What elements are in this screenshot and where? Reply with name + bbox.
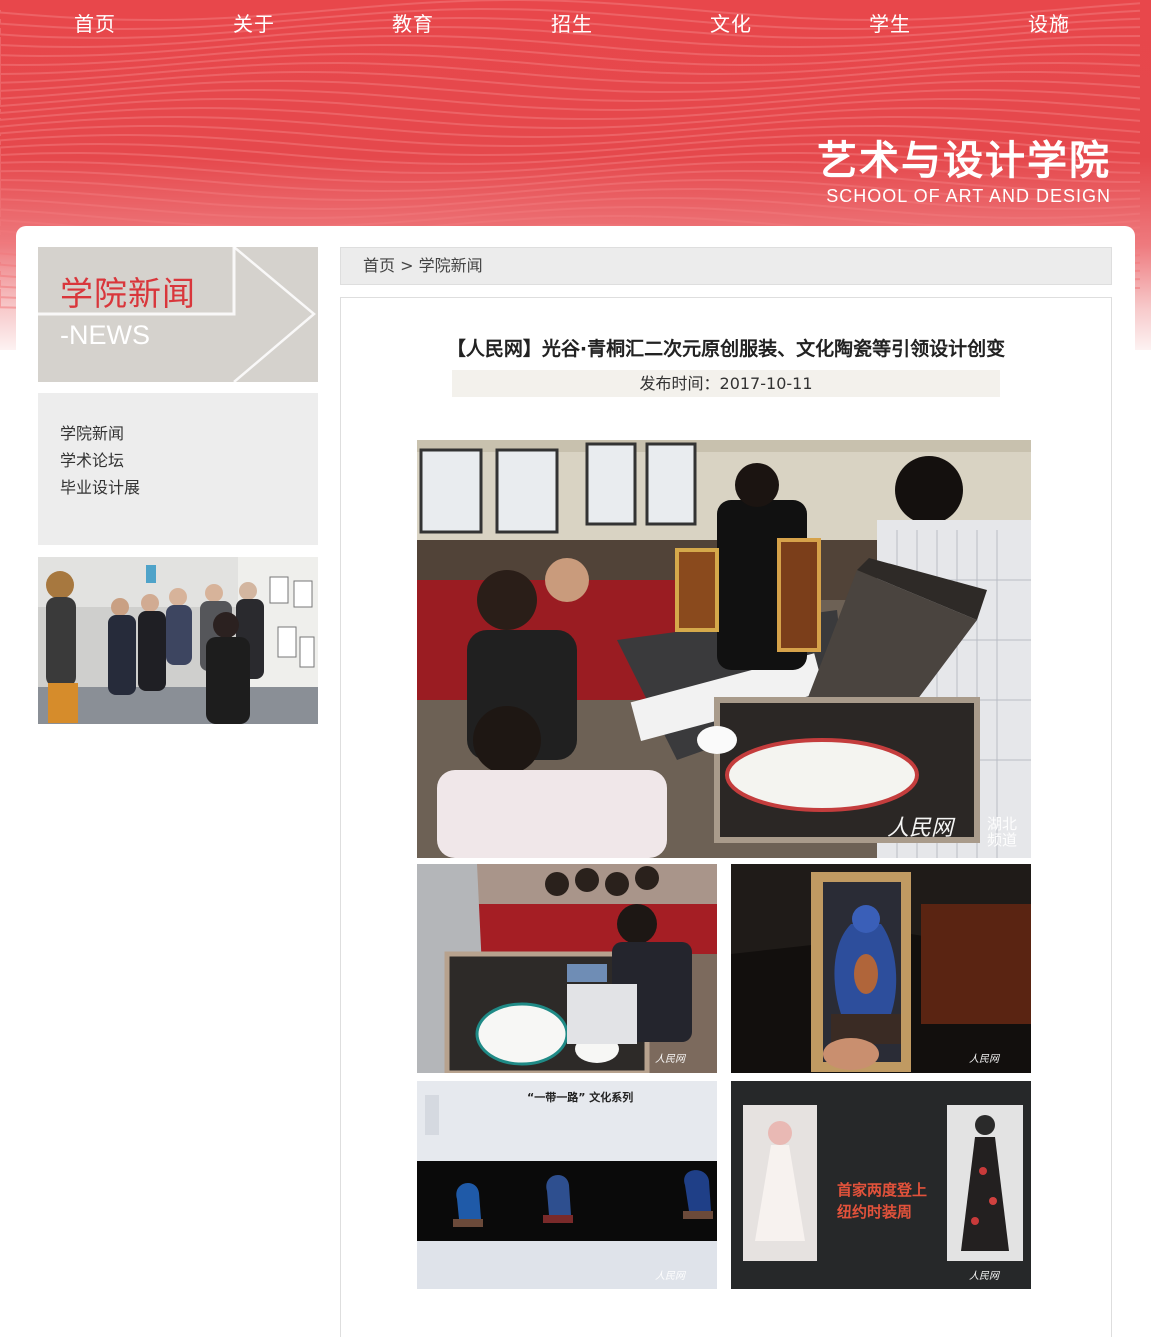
sidebar-banner-subtitle: -NEWS bbox=[60, 320, 150, 350]
logo-chinese-name: 艺术与设计学院 bbox=[817, 138, 1111, 184]
breadcrumb-current[interactable]: 学院新闻 bbox=[419, 256, 483, 275]
watermark-brand-5: 人民网 bbox=[969, 1271, 999, 1282]
breadcrumb: 首页 > 学院新闻 bbox=[340, 247, 1112, 285]
sidebar-menu: 学院新闻 学术论坛 毕业设计展 bbox=[38, 393, 318, 545]
wave-line bbox=[0, 43, 1141, 67]
nav-item-admission[interactable]: 招生 bbox=[512, 8, 632, 37]
ceramic-presentation-image bbox=[417, 440, 1031, 858]
sidebar-item-academic-forum[interactable]: 学术论坛 bbox=[60, 447, 124, 471]
photo5-headline: 首家两度登上纽约时装周 bbox=[837, 1181, 928, 1221]
publish-date: 2017-10-11 bbox=[719, 374, 813, 393]
lion-sculpture-image bbox=[731, 864, 1031, 1073]
sidebar-gallery-photo[interactable] bbox=[38, 557, 318, 724]
watermark-region: 湖北频道 bbox=[987, 815, 1018, 849]
date-label: 发布时间： bbox=[639, 374, 720, 393]
breadcrumb-home[interactable]: 首页 bbox=[363, 256, 395, 275]
watermark-brand-3: 人民网 bbox=[969, 1054, 999, 1065]
article-main-photo[interactable]: 人民网 湖北频道 bbox=[417, 440, 1031, 858]
nav-item-home[interactable]: 首页 bbox=[35, 8, 155, 37]
school-logo[interactable]: 艺术与设计学院 SCHOOL OF ART AND DESIGN bbox=[817, 138, 1111, 207]
article-title: 【人民网】光谷·青桐汇二次元原创服装、文化陶瓷等引领设计创变 bbox=[446, 338, 1006, 360]
belt-road-exhibition-image bbox=[417, 1081, 717, 1289]
logo-english-name: SCHOOL OF ART AND DESIGN bbox=[826, 186, 1111, 206]
nav-item-students[interactable]: 学生 bbox=[830, 8, 950, 37]
main-nav: 首页 关于 教育 招生 文化 学生 设施 bbox=[0, 0, 1151, 48]
article-photo-2[interactable]: 人民网 bbox=[417, 864, 717, 1073]
nav-item-culture[interactable]: 文化 bbox=[671, 8, 791, 37]
gallery-visit-image bbox=[38, 557, 318, 724]
breadcrumb-separator: > bbox=[400, 256, 414, 275]
watermark-brand-4: 人民网 bbox=[655, 1271, 685, 1282]
article-date-bar: 发布时间：2017-10-11 bbox=[452, 370, 1000, 397]
photo4-caption: “一带一路” 文化系列 bbox=[527, 1091, 634, 1104]
sidebar-item-college-news[interactable]: 学院新闻 bbox=[60, 420, 124, 444]
sidebar-item-graduation-show[interactable]: 毕业设计展 bbox=[60, 474, 140, 498]
sidebar-banner-title: 学院新闻 bbox=[60, 274, 196, 313]
sidebar-section-banner: 学院新闻 -NEWS bbox=[38, 247, 318, 382]
watermark-brand: 人民网 bbox=[887, 816, 954, 841]
nav-item-about[interactable]: 关于 bbox=[194, 8, 314, 37]
nav-item-education[interactable]: 教育 bbox=[353, 8, 473, 37]
article-photo-3[interactable]: 人民网 bbox=[731, 864, 1031, 1073]
article-photo-4[interactable]: “一带一路” 文化系列 人民网 bbox=[417, 1081, 717, 1289]
watermark-brand-2: 人民网 bbox=[655, 1054, 685, 1065]
article-photo-5[interactable]: 首家两度登上纽约时装周 人民网 bbox=[731, 1081, 1031, 1289]
tableware-inspection-image bbox=[417, 864, 717, 1073]
nav-item-facilities[interactable]: 设施 bbox=[989, 8, 1109, 37]
article-panel: 【人民网】光谷·青桐汇二次元原创服装、文化陶瓷等引领设计创变 发布时间：2017… bbox=[340, 297, 1112, 1337]
